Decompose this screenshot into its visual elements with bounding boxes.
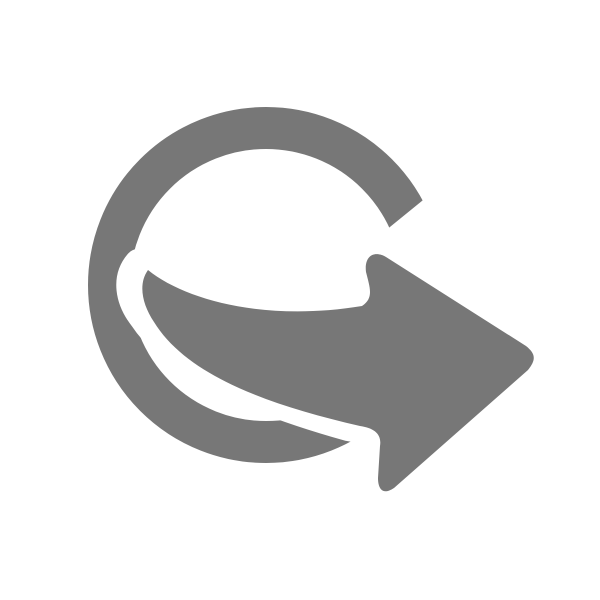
icon-canvas <box>0 0 600 600</box>
arrow-shape <box>142 254 534 492</box>
export-arrow-icon[interactable] <box>0 0 600 600</box>
